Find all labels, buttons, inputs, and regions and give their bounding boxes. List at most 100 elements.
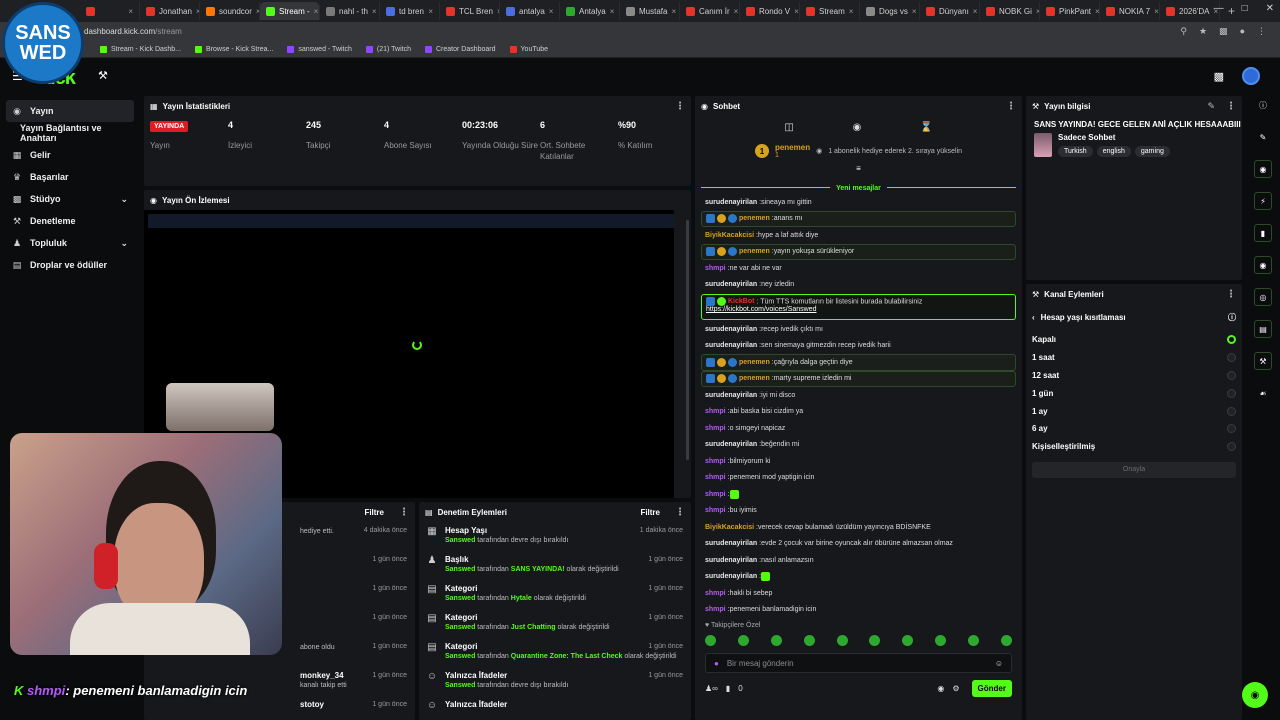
minimize-icon[interactable]: — [1214,3,1224,14]
bookmark[interactable]: (21) Twitch [365,46,411,53]
chat-username[interactable]: penemen [739,215,770,222]
browser-tab[interactable]: Rondo V × [740,2,800,20]
address-bar[interactable]: dashboard.kick.com/stream ⚲ ★ ▩ ● ⋮ [0,22,1280,42]
chat-username[interactable]: shmpi [705,265,726,272]
trash-icon[interactable]: ◫ [784,122,793,133]
sidebar-item-denetleme[interactable]: ⚒ Denetleme [0,210,140,232]
radio-button[interactable] [1227,424,1236,434]
chat-input[interactable]: ● Bir mesaj gönderin ☺ [705,653,1012,673]
emoji-icon[interactable]: ☺ [995,659,1003,668]
info-icon[interactable]: ⓘ [1254,96,1272,114]
browser-tab[interactable]: soundcor× [200,2,260,20]
browser-tab[interactable]: Dogs vs × [860,2,920,20]
browser-tab[interactable]: nahl - th × [320,2,380,20]
creator-tools-icon[interactable]: ▩ [1214,70,1224,83]
browser-tab[interactable]: NOKIA 7 × [1100,2,1160,20]
close-tab-icon[interactable]: × [794,7,799,16]
browser-tab[interactable]: antalya × [500,2,560,20]
close-tab-icon[interactable]: × [671,7,676,16]
sidebar-item-studyo[interactable]: ▩ Stüdyo ⌄ [0,188,140,210]
chat-username[interactable]: surudenayirilan [705,441,757,448]
moderation-user[interactable]: Sanswed [445,653,475,660]
browser-tab[interactable]: NOBK Gi× [980,2,1040,20]
emote-icon[interactable] [1000,635,1012,646]
sidebar-item-basarilar[interactable]: ♛ Başarılar [0,166,140,188]
browser-tab[interactable]: Antalya × [560,2,620,20]
sidebar-item-droplar[interactable]: ▤ Droplar ve ödüller [0,254,140,276]
category-name[interactable]: Sadece Sohbet [1058,133,1170,142]
chat-username[interactable]: shmpi [705,606,726,613]
emote-icon[interactable] [902,635,914,646]
url-text[interactable]: dashboard.kick.com/stream [84,27,182,36]
bookmark[interactable]: YouTube [509,46,548,53]
account-age-option[interactable]: 6 ay [1026,420,1242,438]
document-icon[interactable]: ▮ [1254,224,1272,242]
chat-username[interactable]: penemen [739,248,770,255]
chat-username[interactable]: penemen [739,375,770,382]
account-age-option[interactable]: Kapalı [1026,331,1242,349]
more-options-icon[interactable]: ⋮ [1226,101,1236,112]
close-tab-icon[interactable]: × [912,7,917,16]
emote-icon[interactable] [737,635,749,646]
edit-icon[interactable]: ✎ [1207,101,1215,112]
close-tab-icon[interactable]: × [849,7,854,16]
bookmark[interactable]: Stream - Kick Dashb... [100,46,181,53]
pencil-icon[interactable]: ✎ [1254,128,1272,146]
chevron-left-icon[interactable]: ‹ [1032,313,1035,322]
scrollbar[interactable] [686,220,689,460]
moderation-user[interactable]: Sanswed [445,595,475,602]
more-options-icon[interactable]: ⋮ [1226,289,1236,300]
message-icon[interactable]: ◉ [1254,256,1272,274]
account-age-option[interactable]: Kişiselleştirilmiş [1026,438,1242,456]
profile-icon[interactable]: ● [1240,26,1245,37]
chat-username[interactable]: shmpi [705,507,726,514]
radio-button[interactable] [1227,406,1236,416]
info-icon[interactable]: ⓘ [1228,312,1236,323]
support-chat-icon[interactable]: ◉ [1242,682,1268,708]
browser-tab[interactable]: 2026'DA × [1160,2,1220,20]
close-window-icon[interactable]: ✕ [1266,3,1274,14]
bookmark-star-icon[interactable]: ★ [1199,26,1207,37]
emote-icon[interactable] [803,635,815,646]
sidebar-item-topluluk[interactable]: ♟ Topluluk ⌄ [0,232,140,254]
browser-tab[interactable]: Canım İr × [680,2,740,20]
moderation-user[interactable]: Sanswed [445,537,475,544]
radio-button[interactable] [1227,442,1236,452]
close-tab-icon[interactable]: × [1154,7,1159,16]
emote-icon[interactable] [968,635,979,646]
chat-username[interactable]: shmpi [705,590,726,597]
chat-username[interactable]: shmpi [705,474,726,481]
chat-username[interactable]: surudenayirilan [705,342,757,349]
close-tab-icon[interactable]: × [549,7,554,16]
chat-username[interactable]: surudenayirilan [705,573,757,580]
emote-icon[interactable] [869,635,881,646]
send-button[interactable]: Gönder [971,679,1012,697]
extension-icon[interactable]: ▩ [1219,26,1228,37]
radio-button[interactable] [1227,388,1236,398]
microphone-icon[interactable]: ● [714,659,719,668]
moderation-user[interactable]: Sanswed [445,682,475,689]
account-age-option[interactable]: 12 saat [1026,367,1242,385]
browser-tab[interactable]: PinkPant × [1040,2,1100,20]
bookmark[interactable]: Creator Dashboard [425,46,496,53]
chat-username[interactable]: shmpi [705,408,726,415]
chat-username[interactable]: shmpi [705,458,726,465]
maximize-icon[interactable]: □ [1242,3,1248,14]
chat-bubble-icon[interactable]: ◉ [853,122,862,133]
emote-icon[interactable] [836,635,848,646]
wrench-icon[interactable]: ⚒ [1254,352,1272,370]
gear-icon[interactable]: ⚙ [952,684,959,693]
hammer-icon[interactable]: ⚒ [98,69,108,82]
sidebar-item-yayin[interactable]: ◉ Yayın [6,100,134,122]
browser-tab[interactable]: TCL Bren× [440,2,500,20]
tag[interactable]: gaming [1134,146,1170,157]
chat-username[interactable]: KickBot [728,298,754,305]
chat-settings-icon[interactable]: ◉ [937,684,944,693]
chat-username[interactable]: penemen [739,359,770,366]
layout-icon[interactable]: ▤ [1254,320,1272,338]
bookmark[interactable]: Browse - Kick Strea... [195,46,273,53]
close-tab-icon[interactable]: × [973,7,978,16]
chat-username[interactable]: surudenayirilan [705,392,757,399]
account-age-option[interactable]: 1 saat [1026,349,1242,367]
chat-username[interactable]: BiyikKacakcisi [705,524,754,531]
